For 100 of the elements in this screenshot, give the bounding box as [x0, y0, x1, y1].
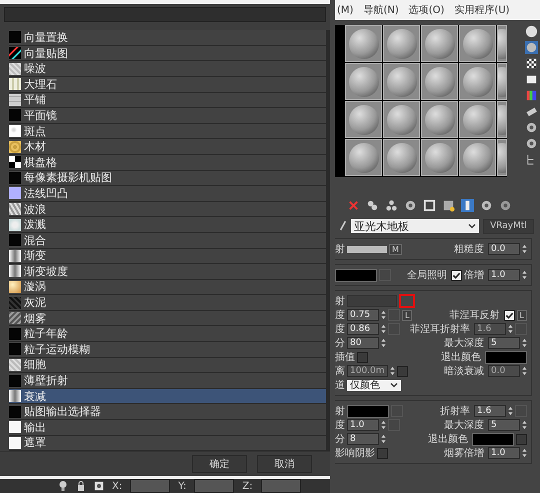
sample-slot[interactable] [497, 139, 507, 176]
checkbox[interactable] [377, 448, 388, 458]
menu-item[interactable]: 导航(N) [363, 3, 399, 17]
color-swatch[interactable] [335, 268, 377, 282]
menu-item[interactable]: (M) [337, 4, 354, 16]
sample-slot[interactable] [345, 101, 382, 138]
lock-icon[interactable] [76, 480, 86, 492]
small-button[interactable]: L [402, 310, 412, 320]
color-bars-icon[interactable] [525, 89, 538, 102]
sample-slot[interactable] [459, 139, 496, 176]
spinner-field[interactable]: 0.0 [488, 243, 520, 255]
spinner-arrows-icon[interactable] [522, 448, 527, 458]
small-button[interactable]: L [516, 310, 527, 320]
spinner-field[interactable]: 1.0 [488, 269, 520, 281]
spinner-arrows-icon[interactable] [508, 406, 513, 416]
color-bar[interactable] [347, 246, 387, 252]
map-list-item[interactable]: 粒子年龄 [9, 326, 326, 342]
spinner-field[interactable]: 5 [488, 337, 520, 349]
spinner-arrows-icon[interactable] [381, 338, 386, 348]
gear-icon[interactable] [499, 198, 512, 212]
map-list-item[interactable]: 遮罩 [9, 436, 326, 452]
color-swatch[interactable] [485, 350, 527, 364]
copy-icon[interactable] [366, 198, 379, 212]
sample-slot[interactable] [421, 139, 458, 176]
sample-slot[interactable] [421, 63, 458, 100]
sphere-icon[interactable] [525, 25, 538, 38]
spinner-field[interactable]: 80 [347, 337, 379, 349]
map-slot-button[interactable] [399, 294, 415, 308]
sample-slot[interactable] [459, 63, 496, 100]
material-type-button[interactable]: VRayMtl [483, 218, 534, 234]
checkbox[interactable] [451, 270, 462, 280]
sample-slot[interactable] [345, 25, 382, 62]
material-name-dropdown[interactable]: 亚光木地板 [351, 219, 479, 233]
map-list-item[interactable]: 平面镜 [9, 108, 326, 124]
color-swatch[interactable] [472, 432, 514, 446]
color-swatch[interactable] [347, 404, 389, 418]
eyedropper-icon[interactable] [339, 220, 347, 232]
gear-icon[interactable] [525, 137, 538, 150]
map-list-item[interactable]: 漩涡 [9, 280, 326, 296]
sample-slot[interactable] [497, 63, 507, 100]
spinner-arrows-icon[interactable] [522, 338, 527, 348]
map-list-item[interactable]: 渐变坡度 [9, 264, 326, 280]
sample-slot[interactable] [383, 25, 420, 62]
show-map-icon[interactable] [461, 198, 474, 212]
checkbox[interactable] [396, 366, 408, 376]
map-list-item[interactable]: 贴图输出选择器 [9, 404, 326, 420]
spinner-arrows-icon[interactable] [508, 324, 513, 334]
map-list-item[interactable]: 衰减 [9, 388, 326, 404]
sample-slot[interactable] [383, 101, 420, 138]
filter-field[interactable] [4, 6, 326, 22]
map-list-item[interactable]: 大理石 [9, 76, 326, 93]
window-icon[interactable] [525, 73, 538, 86]
gear-icon[interactable] [404, 198, 417, 212]
spinner-field[interactable]: 8 [347, 433, 379, 445]
sample-slot[interactable] [383, 63, 420, 100]
dialog-button[interactable]: 取消 [257, 455, 312, 474]
snap-icon[interactable] [94, 480, 104, 492]
spinner-arrows-icon[interactable] [522, 366, 527, 376]
spinner-field[interactable]: 5 [488, 419, 520, 431]
map-list-item[interactable]: 每像素摄影机贴图 [9, 170, 326, 186]
coordinate-field[interactable] [130, 479, 170, 493]
bulb-icon[interactable] [58, 480, 68, 492]
sample-slot[interactable] [459, 101, 496, 138]
coordinate-field[interactable] [260, 479, 301, 493]
menu-item[interactable]: 选项(O) [408, 3, 444, 17]
spheres-icon[interactable] [385, 198, 398, 212]
sample-slot[interactable] [383, 139, 420, 176]
checkbox[interactable] [357, 352, 368, 362]
map-list-item[interactable]: 泼溅 [9, 217, 326, 233]
gear-icon[interactable] [480, 198, 493, 212]
delete-icon[interactable] [347, 198, 360, 212]
spinner-arrows-icon[interactable] [381, 420, 386, 430]
frame-icon[interactable] [423, 198, 436, 212]
spinner-field[interactable]: 1.0 [347, 419, 379, 431]
spinner-arrows-icon[interactable] [522, 244, 527, 254]
sample-slot[interactable] [421, 101, 458, 138]
spinner-arrows-icon[interactable] [522, 270, 527, 280]
map-list-item[interactable]: 混合 [9, 232, 326, 248]
map-list-item[interactable]: 薄壁折射 [9, 373, 326, 389]
sample-slot[interactable] [459, 25, 496, 62]
spinner-arrows-icon[interactable] [381, 310, 386, 320]
map-list-item[interactable]: 向量贴图 [9, 46, 326, 62]
sample-slot[interactable] [421, 25, 458, 62]
coordinate-field[interactable] [194, 479, 234, 493]
map-list-item[interactable]: 细胞 [9, 358, 326, 374]
small-button[interactable]: M [389, 244, 402, 254]
sample-slot[interactable] [497, 25, 507, 62]
menu-item[interactable]: 实用程序(U) [454, 3, 510, 17]
map-list-item[interactable]: 灰泥 [9, 295, 326, 311]
checkbox[interactable] [516, 434, 527, 444]
gear-icon[interactable] [525, 121, 538, 134]
checkbox[interactable] [504, 310, 515, 320]
map-list-item[interactable]: 棋盘格 [9, 154, 326, 171]
sample-slot[interactable] [345, 139, 382, 176]
spinner-field[interactable]: 0.86 [347, 323, 379, 335]
map-list-item[interactable]: 向量置换 [9, 30, 326, 46]
spinner-field[interactable]: 1.6 [474, 405, 506, 417]
map-list-item[interactable]: 法线凹凸 [9, 186, 326, 202]
map-list-item[interactable]: 粒子运动模糊 [9, 342, 326, 358]
map-list-item[interactable]: 渐变 [9, 248, 326, 264]
